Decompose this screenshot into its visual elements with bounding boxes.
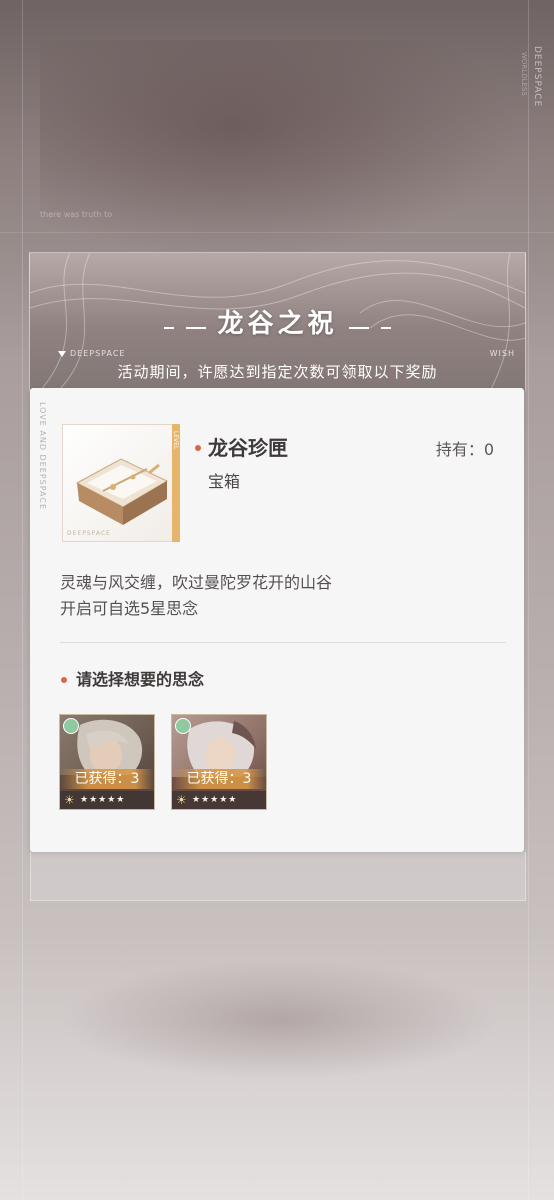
reward-item-type: 宝箱: [208, 472, 241, 491]
treasure-chest-icon: [75, 458, 169, 525]
star-rating: ★★★★★: [192, 795, 238, 805]
bullet-dot-icon: [195, 445, 201, 451]
sun-icon: ☀: [176, 793, 187, 807]
element-badge-icon: [63, 718, 79, 734]
section-divider: [60, 642, 506, 643]
wish-label: WISH: [489, 349, 515, 358]
title-dash-left: [186, 326, 207, 329]
card-side-text: LOVE AND DEEPSPACE: [38, 402, 47, 511]
bullet-dot-icon: [61, 677, 67, 683]
background-line: [528, 0, 529, 1200]
reward-item-name: 龙谷珍匣: [208, 436, 288, 460]
title-dash-right: [348, 326, 369, 329]
title-dash-left-short: [164, 326, 175, 329]
brand-vertical-text: DEEPSPACE: [532, 46, 542, 108]
event-header-panel: 龙谷之祝 DEEPSPACE WISH 活动期间，许愿达到指定次数可领取以下奖励: [29, 252, 526, 391]
event-subtitle: 活动期间，许愿达到指定次数可领取以下奖励: [117, 363, 438, 381]
memory-option-1[interactable]: 已获得：3 ☀ ★★★★★: [59, 714, 155, 810]
choose-memory-title: 请选择想要的思念: [76, 670, 205, 689]
background-blur-top: [40, 40, 520, 260]
element-badge-icon: [175, 718, 191, 734]
star-rating: ★★★★★: [80, 795, 126, 805]
triangle-marker-icon: [58, 351, 66, 357]
sun-icon: ☀: [64, 793, 75, 807]
owned-count: 持有：0: [435, 440, 494, 459]
description-line: 灵魂与风交缠，吹过曼陀罗花开的山谷: [60, 573, 333, 592]
obtained-label: 已获得：3: [60, 769, 154, 789]
background-faint-text: there was truth to: [40, 210, 113, 219]
deepspace-label: DEEPSPACE: [70, 349, 126, 358]
rarity-strip-text: LEVEL: [172, 431, 179, 450]
card-back-panel: [30, 852, 526, 901]
memory-option-2[interactable]: 已获得：3 ☀ ★★★★★: [171, 714, 267, 810]
background-line: [22, 0, 23, 1200]
event-title: 龙谷之祝: [217, 309, 338, 339]
frame-tag: DEEPSPACE: [67, 530, 111, 537]
title-dash-right-short: [380, 326, 391, 329]
reward-item-frame[interactable]: LEVEL DEEPSPACE: [62, 424, 180, 542]
title-row: 龙谷之祝: [30, 303, 525, 340]
background-line: [0, 232, 554, 233]
description-line: 开启可自选5星思念: [60, 599, 199, 618]
brand-vertical-subtext: WORLDLESS: [520, 52, 528, 96]
background-blur-bottom: [60, 960, 500, 1080]
reward-card: LOVE AND DEEPSPACE LEVEL DEEPSPACE 龙谷珍匣 …: [30, 388, 524, 852]
obtained-label: 已获得：3: [172, 769, 266, 789]
reward-description: 灵魂与风交缠，吹过曼陀罗花开的山谷 开启可自选5星思念: [60, 570, 332, 622]
